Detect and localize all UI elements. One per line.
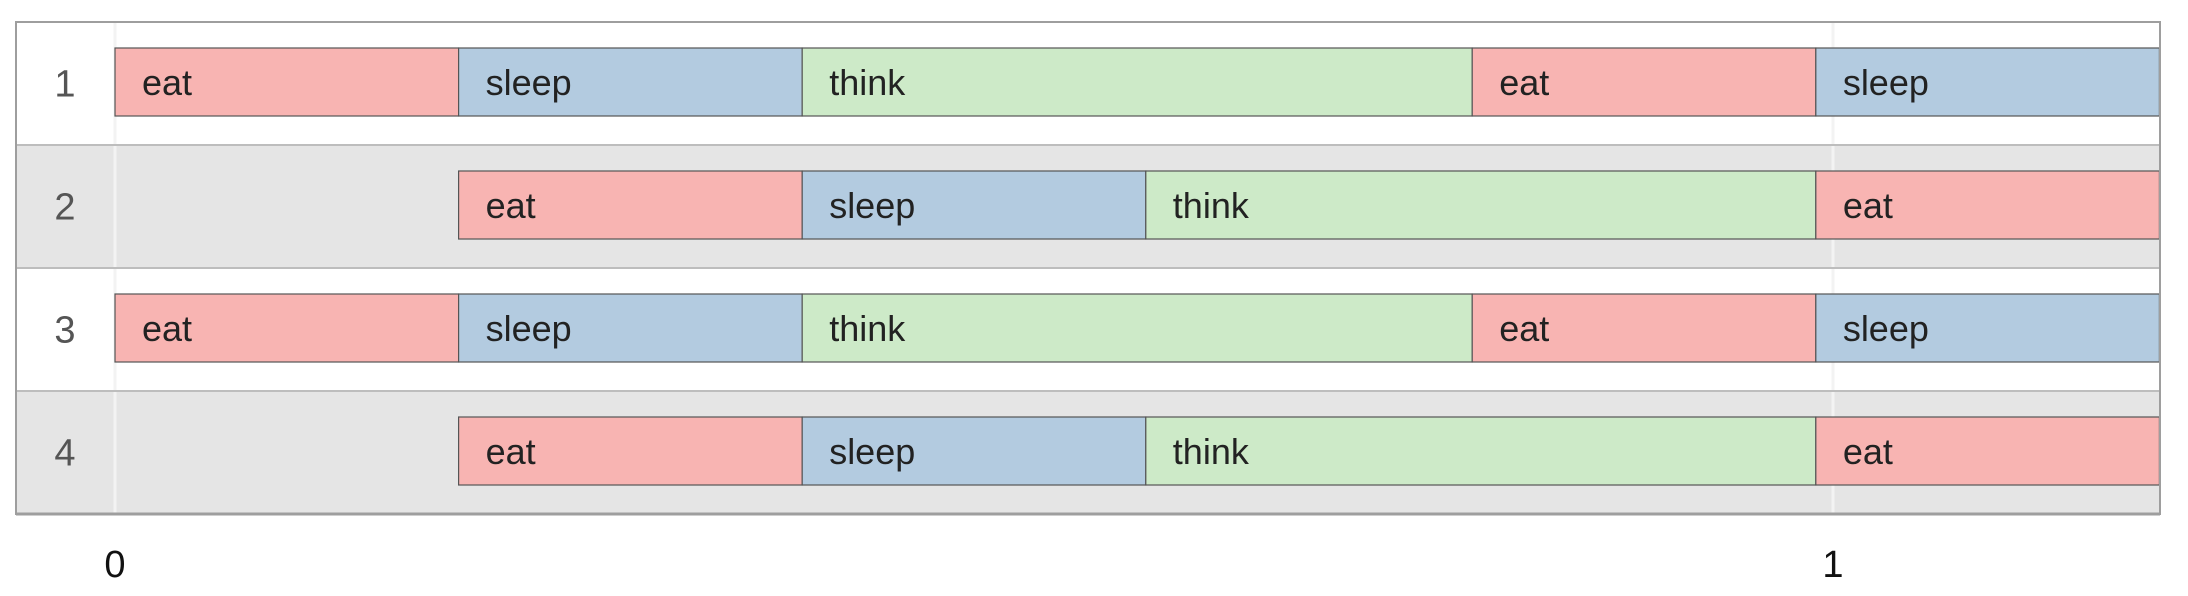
segment-label: sleep <box>486 62 572 103</box>
segment-label: eat <box>1843 185 1893 226</box>
segment-label: sleep <box>1843 308 1929 349</box>
segment-label: sleep <box>829 185 915 226</box>
segment-label: eat <box>1499 308 1549 349</box>
segment-label: eat <box>142 308 192 349</box>
segment-label: think <box>1173 185 1250 226</box>
segment-label: think <box>1173 431 1250 472</box>
segment-label: eat <box>1843 431 1893 472</box>
segment-label: sleep <box>486 308 572 349</box>
gantt-chart-svg: eat sleep think eat sleep eat sleep think eat eat… <box>15 21 2161 586</box>
segment-label: eat <box>486 185 536 226</box>
x-tick-label: 0 <box>104 544 125 586</box>
lane-label: 1 <box>54 64 75 106</box>
segment-label: eat <box>1499 62 1549 103</box>
lane-label: 3 <box>54 310 75 352</box>
gantt-chart: eat sleep think eat sleep eat sleep think eat eat… <box>0 0 2188 596</box>
lane-label: 2 <box>54 187 75 229</box>
segment-label: sleep <box>1843 62 1929 103</box>
segment-label: eat <box>142 62 192 103</box>
segment-label: sleep <box>829 431 915 472</box>
x-tick-label: 1 <box>1822 544 1843 586</box>
lane-label: 4 <box>54 433 75 475</box>
segment-label: eat <box>486 431 536 472</box>
segment-label: think <box>829 308 906 349</box>
segment-label: think <box>829 62 906 103</box>
